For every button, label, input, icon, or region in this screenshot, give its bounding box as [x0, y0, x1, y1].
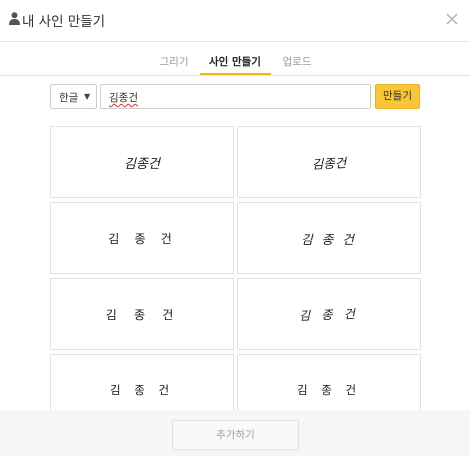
- signature-text: 김 종 건: [105, 308, 179, 323]
- dialog-title: 내 사인 만들기: [22, 14, 106, 30]
- tab-bar: 그리기 사인 만들기 업로드: [0, 43, 470, 76]
- tab-upload[interactable]: 업로드: [272, 54, 322, 69]
- signature-text: 김 종 건: [298, 306, 360, 323]
- signature-text: 김종건: [124, 156, 160, 172]
- name-input[interactable]: 김종건: [100, 84, 371, 109]
- signature-text: 김 종 건: [301, 232, 357, 247]
- add-button[interactable]: 추가하기: [172, 420, 299, 450]
- dialog-header: 내 사인 만들기: [0, 0, 470, 42]
- make-button[interactable]: 만들기: [375, 84, 420, 109]
- dialog-footer: 추가하기: [0, 410, 470, 456]
- signature-grid: 김종건 김종건 김 종 건 김 종 건 김 종 건 김 종 건 김 종 건 김 …: [50, 126, 421, 410]
- signature-text: 김 종 건: [109, 383, 175, 397]
- signature-option[interactable]: 김 종 건: [237, 278, 421, 350]
- signature-text: 김 종 건: [108, 231, 176, 246]
- signature-text: 김 종 건: [296, 383, 362, 397]
- active-tab-indicator: [200, 73, 271, 75]
- signature-option[interactable]: 김종건: [237, 126, 421, 198]
- signature-text: 김종건: [311, 154, 347, 172]
- tab-make-signature[interactable]: 사인 만들기: [200, 54, 270, 69]
- name-input-value: 김종건: [109, 92, 138, 104]
- signature-option[interactable]: 김 종 건: [237, 354, 421, 410]
- language-select[interactable]: 한글 ▼: [50, 84, 97, 109]
- close-icon[interactable]: [444, 11, 460, 27]
- signature-option[interactable]: 김 종 건: [50, 202, 234, 274]
- tab-draw[interactable]: 그리기: [150, 54, 198, 69]
- signature-option[interactable]: 김 종 건: [237, 202, 421, 274]
- signature-option[interactable]: 김 종 건: [50, 354, 234, 410]
- person-icon: [9, 12, 20, 25]
- language-select-value: 한글: [59, 92, 79, 104]
- signature-option[interactable]: 김종건: [50, 126, 234, 198]
- caret-down-icon: ▼: [84, 92, 91, 101]
- signature-option[interactable]: 김 종 건: [50, 278, 234, 350]
